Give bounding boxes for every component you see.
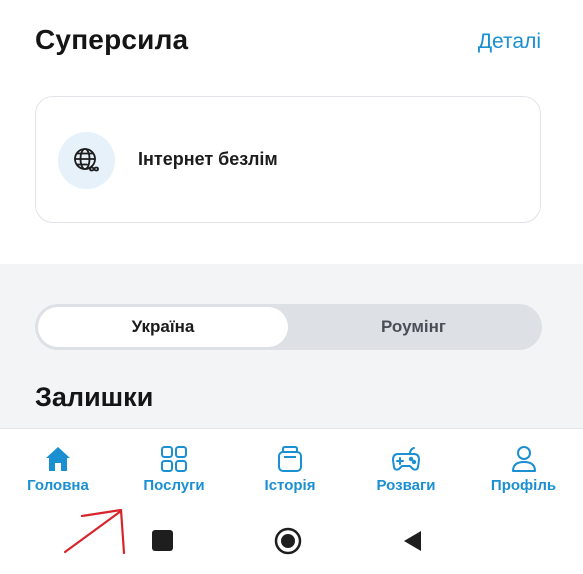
gamepad-icon	[390, 443, 422, 475]
tab-label: Розваги	[376, 477, 436, 494]
home-circle-icon[interactable]	[273, 526, 303, 561]
tab-history[interactable]: Історія	[232, 429, 348, 511]
segment-ukraine[interactable]: Україна	[38, 307, 288, 347]
superpower-section: Суперсила Деталі Інтернет безлім	[0, 0, 583, 264]
feature-card-internet[interactable]: Інтернет безлім	[35, 96, 541, 223]
tab-label: Профіль	[490, 477, 557, 494]
box-icon	[274, 443, 306, 475]
grid-icon	[158, 443, 190, 475]
globe-infinity-icon	[58, 132, 115, 189]
bottom-tab-bar: Головна Послуги Історія Розваги Профіль	[0, 428, 583, 510]
region-segmented-control[interactable]: Україна Роумінг	[35, 304, 542, 350]
segment-roaming[interactable]: Роумінг	[288, 307, 539, 347]
tab-label: Історія	[264, 477, 316, 494]
tab-label: Головна	[27, 477, 89, 494]
feature-label: Інтернет безлім	[138, 149, 278, 169]
page-title: Суперсила	[35, 24, 189, 55]
tab-profile[interactable]: Профіль	[464, 429, 583, 511]
home-icon	[42, 443, 74, 475]
balances-title: Залишки	[35, 382, 154, 412]
tab-label: Послуги	[143, 477, 205, 494]
back-triangle-icon[interactable]	[402, 530, 422, 557]
annotation-arrow-icon	[63, 508, 126, 555]
balances-section: Україна Роумінг Залишки	[0, 264, 583, 428]
details-link[interactable]: Деталі	[478, 30, 541, 54]
tab-services[interactable]: Послуги	[116, 429, 232, 511]
tab-entertainment[interactable]: Розваги	[348, 429, 464, 511]
person-icon	[508, 443, 540, 475]
tab-home[interactable]: Головна	[0, 429, 116, 511]
recent-apps-icon[interactable]	[152, 530, 173, 551]
